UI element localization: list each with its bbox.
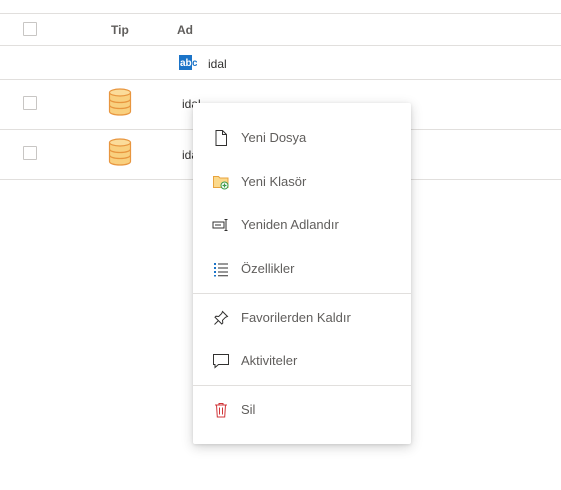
menu-item-label: Yeni Klasör [241, 174, 307, 189]
trash-icon [212, 401, 230, 419]
menu-item-label: Aktiviteler [241, 353, 298, 368]
new-file-icon [212, 129, 230, 147]
svg-text:ab: ab [180, 58, 192, 69]
text-type-icon: ab c [179, 55, 198, 70]
row-checkbox[interactable] [23, 96, 37, 110]
menu-separator [193, 293, 411, 294]
menu-item-delete[interactable]: Sil [193, 392, 411, 428]
properties-list-icon [212, 260, 230, 278]
row-name: idal [208, 57, 227, 71]
menu-item-label: Özellikler [241, 261, 295, 276]
menu-item-new-folder[interactable]: Yeni Klasör [193, 164, 411, 200]
new-folder-icon [212, 173, 230, 191]
menu-item-new-file[interactable]: Yeni Dosya [193, 120, 411, 156]
database-icon [108, 88, 132, 116]
menu-item-activities[interactable]: Aktiviteler [193, 343, 411, 379]
comment-icon [212, 352, 230, 370]
table-row[interactable]: ab c idal [0, 46, 561, 79]
svg-text:c: c [192, 58, 197, 69]
menu-separator [193, 385, 411, 386]
menu-item-label: Favorilerden Kaldır [241, 310, 351, 325]
menu-item-label: Yeniden Adlandır [241, 217, 339, 232]
database-icon [108, 138, 132, 166]
column-header-name[interactable]: Ad [177, 23, 193, 37]
table-header: Tip Ad [0, 14, 561, 45]
row-checkbox[interactable] [23, 146, 37, 160]
menu-item-rename[interactable]: Yeniden Adlandır [193, 207, 411, 243]
select-all-checkbox[interactable] [23, 22, 37, 36]
context-menu: Yeni Dosya Yeni Klasör Yeniden Adlandır … [193, 103, 411, 444]
menu-item-remove-favorite[interactable]: Favorilerden Kaldır [193, 300, 411, 336]
menu-item-label: Sil [241, 402, 256, 417]
file-explorer: Tip Ad ab c idal idal idal Yeni Dosya Ye… [0, 0, 561, 490]
menu-item-properties[interactable]: Özellikler [193, 251, 411, 287]
column-header-type[interactable]: Tip [111, 23, 129, 37]
menu-item-label: Yeni Dosya [241, 130, 307, 145]
rename-icon [212, 216, 230, 234]
unpin-icon [212, 309, 230, 327]
